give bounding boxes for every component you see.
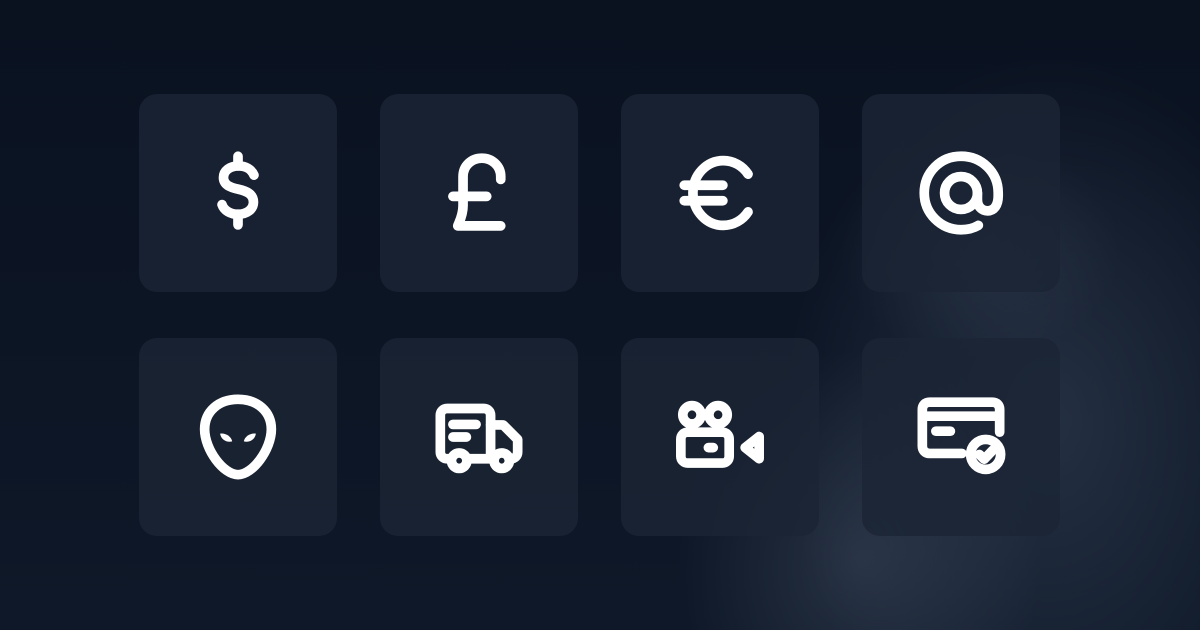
banner-canvas bbox=[0, 0, 1200, 630]
icon-tile-truck bbox=[380, 338, 578, 536]
currency-euro-icon bbox=[679, 155, 753, 231]
icon-tile-dollar bbox=[139, 94, 337, 292]
currency-pound-icon bbox=[448, 153, 506, 231]
payment-card-check-icon bbox=[917, 397, 1006, 475]
icon-tile-pound bbox=[380, 94, 578, 292]
icon-tile-at bbox=[862, 94, 1060, 292]
icon-tile-alien bbox=[139, 338, 337, 536]
icon-tile-euro bbox=[621, 94, 819, 292]
icon-grid bbox=[139, 94, 1060, 536]
currency-dollar-icon bbox=[217, 151, 259, 230]
icon-tile-video bbox=[621, 338, 819, 536]
truck-delivery-icon bbox=[435, 403, 523, 474]
alien-icon bbox=[199, 394, 277, 480]
video-camera-icon bbox=[676, 400, 764, 468]
at-sign-icon bbox=[919, 151, 1004, 235]
icon-tile-card bbox=[862, 338, 1060, 536]
